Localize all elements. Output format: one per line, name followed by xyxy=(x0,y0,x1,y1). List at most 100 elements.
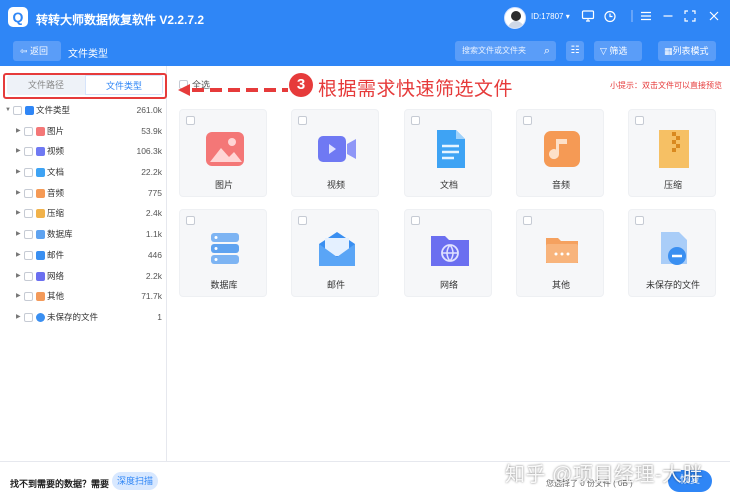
app-logo-icon: Q xyxy=(8,7,28,27)
expand-icon[interactable]: ▶ xyxy=(16,286,21,307)
tree-item-unsaved[interactable]: ▶ 未保存的文件 1 xyxy=(0,307,166,328)
tree-checkbox[interactable] xyxy=(24,312,33,322)
tree-item-archive[interactable]: ▶ 压缩 2.4k xyxy=(0,203,166,224)
card-checkbox[interactable] xyxy=(186,216,195,225)
sidebar: 文件路径 文件类型 ▼ 文件类型 261.0k ▶ 图片 53.9k ▶ 视频 … xyxy=(0,66,167,461)
tree-checkbox[interactable] xyxy=(24,209,33,219)
close-icon[interactable] xyxy=(706,9,722,25)
tree-checkbox[interactable] xyxy=(24,271,33,281)
archive-icon xyxy=(36,209,45,219)
database-icon xyxy=(36,230,45,240)
title-bar: Q 转转大师数据恢复软件 V2.2.7.2 ID:17807 ▾ xyxy=(0,0,730,36)
tree-item-images[interactable]: ▶ 图片 53.9k xyxy=(0,121,166,142)
card-checkbox[interactable] xyxy=(635,116,644,125)
sliders-icon: ☷ xyxy=(570,45,580,56)
deep-scan-button[interactable]: 深度扫描 xyxy=(112,472,158,490)
card-checkbox[interactable] xyxy=(523,116,532,125)
network-icon xyxy=(36,271,45,281)
dropdown-icon: ▾ xyxy=(565,12,570,21)
back-arrow-icon: ⇦ xyxy=(20,46,31,56)
list-mode-button[interactable]: ▦列表模式 xyxy=(658,41,716,61)
card-archive[interactable]: 压缩 xyxy=(628,109,716,197)
folder-icon xyxy=(546,238,578,263)
expand-icon[interactable]: ▶ xyxy=(16,162,21,183)
tree-checkbox[interactable] xyxy=(24,292,33,302)
mail-icon xyxy=(36,250,45,260)
breadcrumb: 文件类型 xyxy=(68,49,108,60)
expand-icon[interactable]: ▶ xyxy=(16,183,21,204)
grid-icon: ▦ xyxy=(664,46,673,56)
card-checkbox[interactable] xyxy=(411,116,420,125)
audio-icon xyxy=(36,188,45,198)
lost-data-prompt: 找不到需要的数据？需要 xyxy=(10,479,110,489)
card-checkbox[interactable] xyxy=(298,216,307,225)
search-input[interactable]: 搜索文件或文件夹 ⌕ xyxy=(455,41,556,61)
card-checkbox[interactable] xyxy=(186,116,195,125)
maximize-icon[interactable] xyxy=(682,9,698,25)
expand-icon[interactable]: ▶ xyxy=(16,141,21,162)
card-video[interactable]: 视频 xyxy=(291,109,379,197)
callout-arrow-icon xyxy=(178,84,288,96)
back-button[interactable]: ⇦ 返回 xyxy=(13,41,61,61)
avatar[interactable] xyxy=(504,7,526,29)
expand-icon[interactable]: ▶ xyxy=(16,266,21,287)
folder-icon xyxy=(36,292,45,302)
tree-checkbox[interactable] xyxy=(24,126,33,136)
expand-icon[interactable]: ▶ xyxy=(16,224,21,245)
preview-hint: 小提示：双击文件可以直接预览 xyxy=(610,81,722,90)
card-unsaved-files[interactable]: 未保存的文件 xyxy=(628,209,716,297)
card-images[interactable]: 图片 xyxy=(179,109,267,197)
toolbar: ⇦ 返回 文件类型 搜索文件或文件夹 ⌕ ☷ ▽ 筛选 ▦列表模式 xyxy=(0,36,730,66)
view-toggle-button[interactable]: ☷ xyxy=(566,41,584,61)
document-icon xyxy=(437,130,465,168)
tree-checkbox[interactable] xyxy=(24,188,33,198)
card-mail[interactable]: 邮件 xyxy=(291,209,379,297)
card-documents[interactable]: 文档 xyxy=(404,109,492,197)
tree-item-network[interactable]: ▶ 网络 2.2k xyxy=(0,266,166,287)
tree-checkbox[interactable] xyxy=(13,106,22,115)
card-checkbox[interactable] xyxy=(298,116,307,125)
video-icon xyxy=(36,147,45,157)
filter-button[interactable]: ▽ 筛选 xyxy=(594,41,642,61)
expand-icon[interactable]: ▶ xyxy=(16,245,21,266)
tree-item-audio[interactable]: ▶ 音频 775 xyxy=(0,183,166,204)
file-grid-area: 全选 图片 视频 文档 音频 压缩 数据库 邮件 网络 其他 未保存的文件 xyxy=(167,66,730,461)
card-checkbox[interactable] xyxy=(411,216,420,225)
mail-icon xyxy=(319,232,355,266)
expand-icon[interactable]: ▶ xyxy=(16,307,21,328)
menu-icon[interactable] xyxy=(638,9,654,25)
unsaved-file-icon xyxy=(661,232,687,265)
tree-checkbox[interactable] xyxy=(24,250,33,260)
tree-item-other[interactable]: ▶ 其他 71.7k xyxy=(0,286,166,307)
card-checkbox[interactable] xyxy=(523,216,532,225)
search-icon[interactable]: ⌕ xyxy=(544,41,550,61)
minimize-icon[interactable] xyxy=(660,9,676,25)
archive-icon xyxy=(659,130,689,168)
file-type-tree: ▼ 文件类型 261.0k ▶ 图片 53.9k ▶ 视频 106.3k ▶ 文… xyxy=(0,100,166,328)
card-audio[interactable]: 音频 xyxy=(516,109,604,197)
expand-icon[interactable]: ▶ xyxy=(16,121,21,142)
monitor-icon[interactable] xyxy=(580,9,596,25)
app-title: 转转大师数据恢复软件 V2.2.7.2 xyxy=(36,13,205,27)
tree-item-video[interactable]: ▶ 视频 106.3k xyxy=(0,141,166,162)
card-other[interactable]: 其他 xyxy=(516,209,604,297)
annotation-text: 根据需求快速筛选文件 xyxy=(318,79,514,100)
tree-item-database[interactable]: ▶ 数据库 1.1k xyxy=(0,224,166,245)
card-database[interactable]: 数据库 xyxy=(179,209,267,297)
expand-icon[interactable]: ▶ xyxy=(16,203,21,224)
card-network[interactable]: 网络 xyxy=(404,209,492,297)
image-icon xyxy=(206,132,244,166)
timer-icon[interactable] xyxy=(602,9,618,25)
tree-item-mail[interactable]: ▶ 邮件 446 xyxy=(0,245,166,266)
monitor-icon xyxy=(25,106,34,115)
card-checkbox[interactable] xyxy=(635,216,644,225)
tree-item-root[interactable]: ▼ 文件类型 261.0k xyxy=(0,100,166,121)
tree-checkbox[interactable] xyxy=(24,168,33,178)
user-id[interactable]: ID:17807 ▾ xyxy=(531,12,570,21)
tree-checkbox[interactable] xyxy=(24,147,33,157)
collapse-icon[interactable]: ▼ xyxy=(5,100,11,121)
tree-checkbox[interactable] xyxy=(24,230,33,240)
annotation-number: 3 xyxy=(289,73,313,97)
tree-item-documents[interactable]: ▶ 文档 22.2k xyxy=(0,162,166,183)
video-icon xyxy=(318,136,356,162)
